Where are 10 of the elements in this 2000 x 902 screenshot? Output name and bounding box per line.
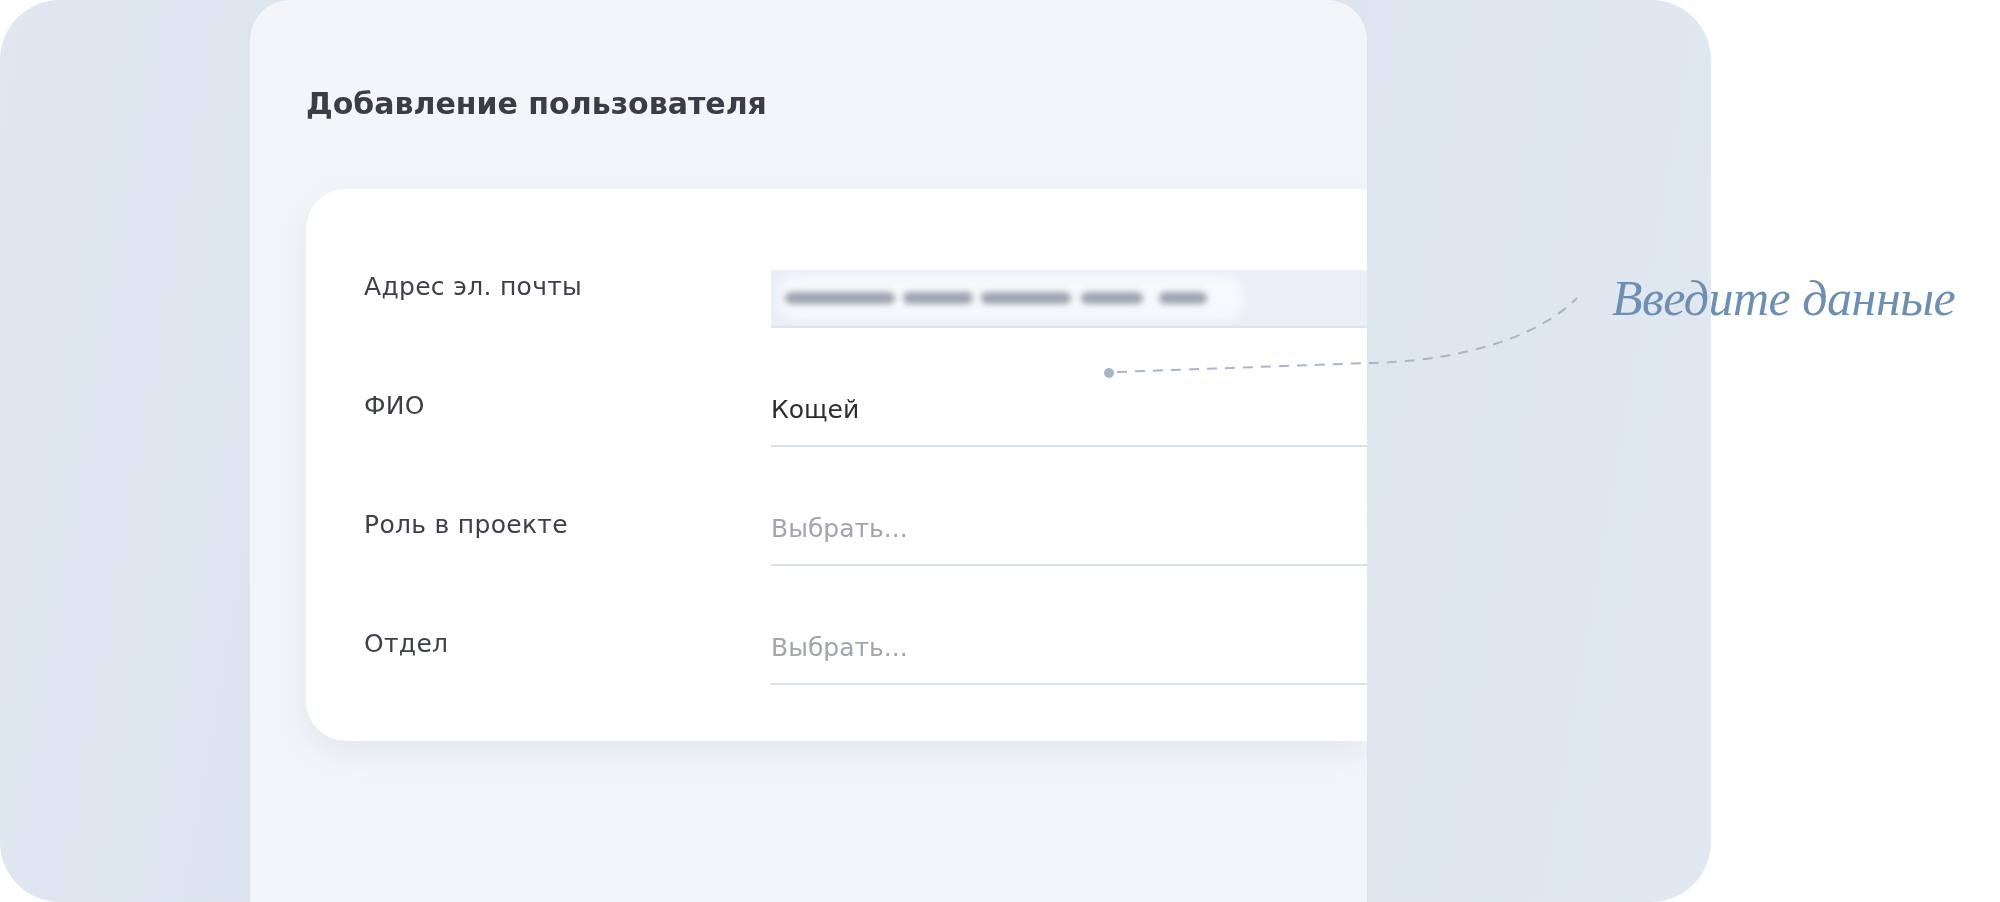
field-label: Отдел bbox=[364, 629, 449, 659]
field-label: ФИО bbox=[364, 391, 425, 421]
form-title: Добавление пользователя bbox=[306, 86, 767, 122]
input-field[interactable]: Выбрать... bbox=[771, 627, 1367, 685]
input-field[interactable]: Выбрать... bbox=[771, 508, 1367, 566]
annotation-text: Введите данные bbox=[1612, 269, 1956, 328]
input-field[interactable]: Кощей bbox=[771, 389, 1367, 447]
field-label: Адрес эл. почты bbox=[364, 272, 583, 302]
input-field[interactable] bbox=[771, 270, 1367, 328]
field-label: Роль в проекте bbox=[364, 510, 568, 540]
